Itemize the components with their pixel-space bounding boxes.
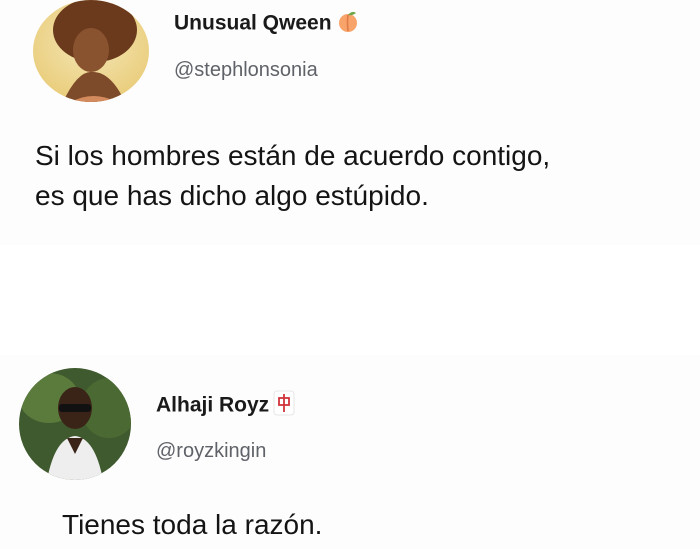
avatar[interactable] — [19, 368, 131, 480]
display-name-text: Unusual Qween — [174, 11, 332, 35]
display-name-text: Alhaji Royz — [156, 393, 270, 417]
tweet-text: Si los hombres están de acuerdo contigo,… — [35, 136, 550, 216]
avatar[interactable] — [33, 0, 149, 102]
divider-space — [0, 245, 700, 355]
tweet-card-reply: Alhaji Royz @royzkingin Tienes toda la r… — [0, 355, 700, 549]
avatar-photo — [19, 368, 131, 480]
display-name[interactable]: Alhaji Royz — [156, 390, 295, 422]
tweet-card-original: Unusual Qween @stephlonsonia Si los homb… — [0, 0, 700, 245]
user-handle[interactable]: @royzkingin — [156, 440, 266, 463]
tweet-text: Tienes toda la razón. — [62, 505, 322, 545]
tweet-text-line: Tienes toda la razón. — [62, 509, 323, 540]
user-handle[interactable]: @stephlonsonia — [174, 59, 318, 82]
mahjong-red-dragon-icon — [273, 390, 295, 422]
display-name[interactable]: Unusual Qween — [174, 9, 360, 39]
peach-icon — [336, 9, 360, 39]
tweet-text-line: Si los hombres están de acuerdo contigo, — [35, 140, 551, 171]
tweet-text-line: es que has dicho algo estúpido. — [35, 180, 429, 211]
avatar-photo — [33, 0, 149, 102]
